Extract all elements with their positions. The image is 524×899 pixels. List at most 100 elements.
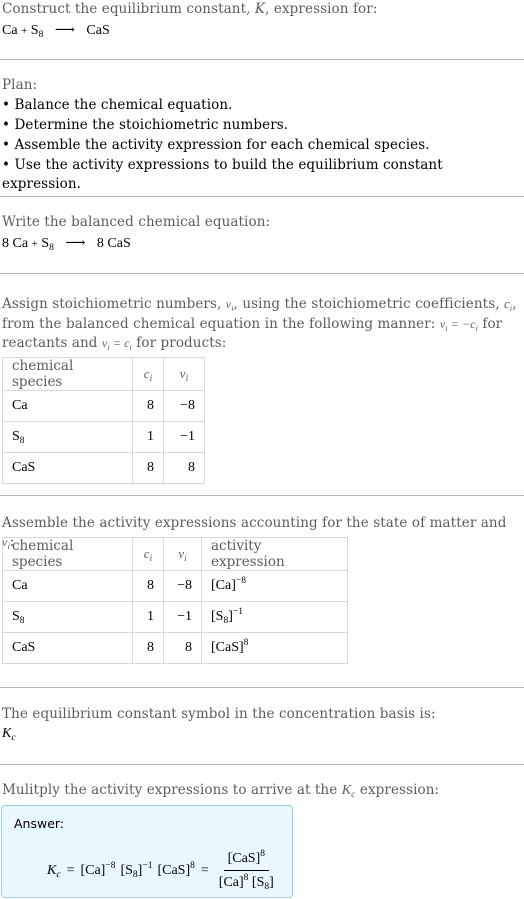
activity-expression-cell: [Ca]−8	[201, 570, 348, 602]
intro-heading-text-end: , expression for:	[265, 1, 378, 17]
divider	[0, 764, 524, 765]
nu-value: 8	[163, 632, 202, 664]
stoich-text-part: Assign stoichiometric numbers,	[2, 296, 226, 312]
header-nu: νi	[163, 537, 202, 571]
stoich-text-part: , using the stoichiometric coefficients,	[233, 296, 505, 312]
c-value: 1	[132, 601, 164, 633]
stoich-table: chemical species ci νi Ca 8 −8 S8 1 −1 C…	[2, 357, 205, 484]
species-cell: CaS	[2, 452, 133, 484]
nu-value: −8	[163, 570, 202, 602]
species-sub: 8	[19, 436, 25, 446]
k-base: K	[341, 783, 352, 798]
product-cas: CaS	[86, 23, 110, 38]
rule-products: νi = ci	[101, 336, 132, 352]
balanced-section: Write the balanced chemical equation: 8 …	[0, 213, 272, 253]
k-sub: c	[11, 733, 16, 743]
plan-title: Plan:	[2, 77, 38, 93]
expr-exponent: −8	[235, 576, 246, 586]
stoich-text-part: for products:	[131, 335, 227, 351]
reactant-s8: S8	[41, 236, 54, 253]
header-c: ci	[132, 537, 164, 571]
equals-sign: =	[200, 863, 209, 878]
stoich-section: Assign stoichiometric numbers, νi, using…	[0, 294, 524, 354]
species-cell: Ca	[2, 570, 133, 602]
kc-symbol: Kc	[2, 726, 436, 743]
species-name: Ca	[12, 578, 28, 593]
plan-section: Plan: • Balance the chemical equation. •…	[0, 76, 524, 194]
term-s8: [S8]−1	[120, 861, 152, 880]
expr-base: [Ca]	[211, 578, 236, 593]
num-exponent: 8	[260, 849, 265, 859]
header-activity-expression: activity expression	[201, 537, 348, 571]
stoich-text: Assign stoichiometric numbers, νi, using…	[2, 294, 522, 354]
table-row: Ca 8 −8	[2, 390, 205, 422]
header-species: chemical species	[2, 537, 133, 571]
plan-step: • Use the activity expressions to build …	[2, 157, 443, 192]
term-base: [CaS]	[157, 863, 191, 878]
plus-sign: +	[21, 25, 28, 37]
plan-step: • Balance the chemical equation.	[2, 97, 233, 113]
species-cell: Ca	[2, 390, 133, 422]
species-cell: S8	[2, 601, 133, 633]
term-cas: [CaS]8	[157, 861, 194, 879]
term-exponent: −8	[105, 861, 116, 871]
c-value: 8	[132, 452, 164, 484]
activity-text-part: Assemble the activity expressions accoun…	[2, 515, 507, 531]
multiply-text-part: expression:	[355, 782, 440, 798]
reactant-s8: S8	[31, 23, 44, 40]
table-row: S8 1 −1 [S8]−1	[2, 601, 348, 633]
activity-table: chemical species ci νi activity expressi…	[2, 537, 348, 664]
term-ca: [Ca]−8	[80, 861, 116, 879]
header-c-sub: i	[149, 374, 153, 384]
species-name: S	[12, 429, 20, 444]
multiply-text: Mulitply the activity expressions to arr…	[2, 781, 439, 800]
multiply-section: Mulitply the activity expressions to arr…	[0, 781, 441, 800]
header-nu-sub: i	[185, 374, 189, 384]
header-species: chemical species	[2, 357, 133, 391]
reaction-arrow-icon: ⟶	[54, 23, 75, 38]
plan-step: • Assemble the activity expression for e…	[2, 137, 430, 153]
plan-step: • Determine the stoichiometric numbers.	[2, 117, 289, 133]
balanced-equation: 8 Ca + S8 ⟶ 8 CaS	[2, 235, 270, 253]
fraction-denominator: [Ca]8 [S8]	[215, 871, 278, 892]
nu-value: −1	[163, 601, 202, 633]
answer-equation: Kc = [Ca]−8 [S8]−1 [CaS]8 = [CaS]8 [Ca]8…	[47, 846, 278, 896]
k-base: K	[47, 863, 57, 878]
species-sub: 8	[19, 616, 25, 626]
c-symbol: ci	[504, 296, 513, 313]
c-value: 1	[132, 421, 164, 453]
reactant-s8-base: S	[41, 236, 50, 251]
divider	[0, 196, 524, 197]
species-name: Ca	[12, 398, 28, 413]
answer-label: Answer:	[14, 816, 65, 831]
species-name: S	[12, 609, 20, 624]
activity-expression-cell: [CaS]8	[201, 632, 348, 664]
nu-value: −8	[163, 390, 205, 422]
product-cas: CaS	[107, 236, 131, 251]
plus-sign: +	[31, 238, 38, 250]
table-header-row: chemical species ci νi activity expressi…	[2, 537, 348, 571]
reaction-equation: Ca + S8 ⟶ CaS	[2, 22, 522, 40]
reactant-s8-sub: 8	[49, 243, 54, 253]
answer-box: Answer: Kc = [Ca]−8 [S8]−1 [CaS]8 = [CaS…	[1, 805, 293, 898]
divider	[0, 273, 524, 274]
term-base: [S	[120, 863, 133, 878]
equals-sign: =	[66, 863, 75, 878]
species-name: CaS	[12, 460, 36, 475]
table-row: Ca 8 −8 [Ca]−8	[2, 570, 348, 602]
num-base: [CaS]	[227, 851, 261, 866]
multiply-text-part: Mulitply the activity expressions to arr…	[2, 782, 342, 798]
symbol-section: The equilibrium constant symbol in the c…	[0, 705, 438, 743]
table-row: CaS 8 8 [CaS]8	[2, 632, 348, 664]
reaction-arrow-icon: ⟶	[65, 236, 86, 251]
den-base: [Ca]	[218, 875, 244, 890]
rule-reactants: νi = −ci	[439, 316, 478, 333]
kc-symbol: Kc	[47, 863, 61, 880]
reactant-s8-sub: 8	[38, 30, 44, 40]
species-cell: S8	[2, 421, 133, 453]
intro-heading: Construct the equilibrium constant, K, e…	[2, 0, 522, 19]
coefficient: 8	[96, 236, 104, 251]
coefficient: 8	[2, 236, 9, 251]
reactant-ca: Ca	[2, 23, 18, 38]
fraction: [CaS]8 [Ca]8 [S8]	[215, 849, 278, 892]
